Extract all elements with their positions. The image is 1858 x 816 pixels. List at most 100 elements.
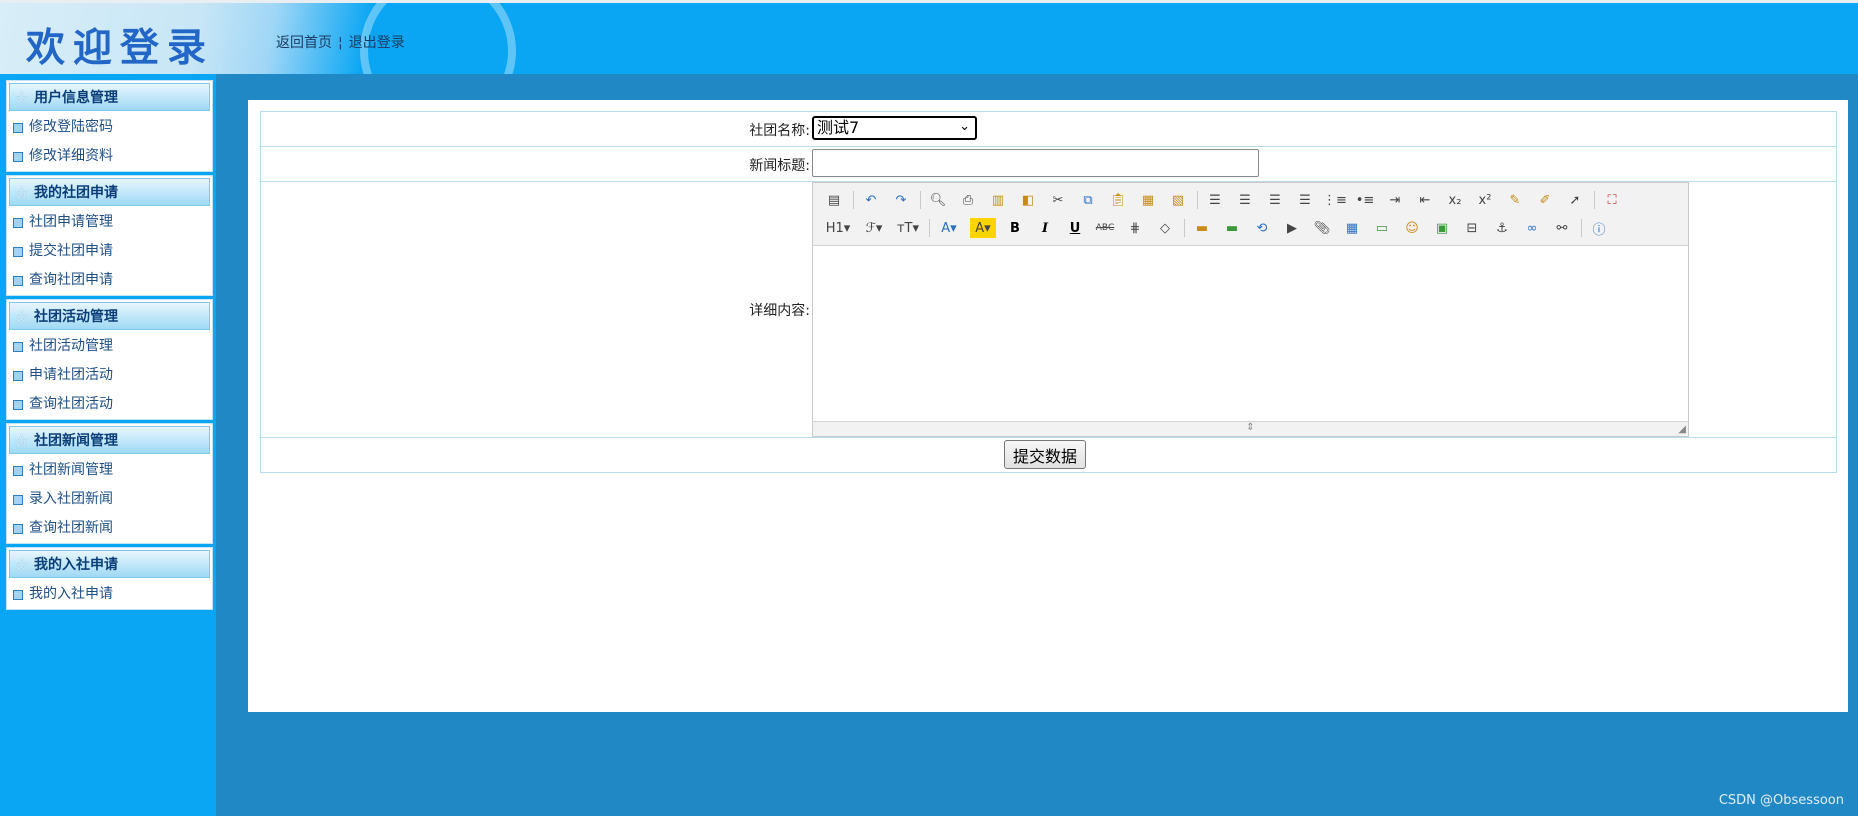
sidebar-item-join-application[interactable]: 我的入社申请	[7, 580, 212, 609]
unordered-list-icon[interactable]: •≡	[1354, 190, 1376, 210]
sidebar-item-edit-profile[interactable]: 修改详细资料	[7, 142, 212, 171]
map-icon[interactable]: ▣	[1431, 218, 1453, 238]
heading-icon[interactable]: H1▾	[823, 218, 853, 238]
undo-icon[interactable]: ↶	[860, 190, 882, 210]
pagebreak-icon[interactable]: ⊟	[1461, 218, 1483, 238]
copy-icon[interactable]: ⧉	[1077, 190, 1099, 210]
club-label: 社团名称:	[749, 123, 810, 139]
sidebar-item-label: 提交社团申请	[29, 243, 113, 259]
link-icon[interactable]: ∞	[1521, 218, 1543, 238]
sidebar-item-change-password[interactable]: 修改登陆密码	[7, 113, 212, 142]
font-size-icon[interactable]: тT▾	[895, 218, 921, 238]
italic-icon[interactable]: I	[1034, 218, 1056, 238]
subscript-icon[interactable]: x₂	[1444, 190, 1466, 210]
attachment-icon[interactable]: 📎︎	[1311, 218, 1333, 238]
submit-button[interactable]: 提交数据	[1004, 440, 1087, 469]
preview-icon[interactable]: 🔍︎	[927, 190, 949, 210]
media-icon[interactable]: ▶	[1281, 218, 1303, 238]
editor-toolbar: ▤ ↶ ↷ 🔍︎ ⎙ ▥ ◧ ✂ ⧉ 📋︎ ▦ ▧ ☰ ☰ ☰ ☰ ⋮≡ •≡ …	[813, 183, 1688, 246]
sidebar-item-news-manage[interactable]: 社团新闻管理	[7, 456, 212, 485]
source-icon[interactable]: ▤	[823, 190, 845, 210]
align-right-icon[interactable]: ☰	[1264, 190, 1286, 210]
anchor-icon[interactable]: ⚓︎	[1491, 218, 1513, 238]
menu-group-club-news: ☆ 社团新闻管理 社团新闻管理 录入社团新闻 查询社团新闻	[6, 423, 213, 544]
main-content: 社团名称: 测试7 ⌄ 新闻标题: 详细内容: ▤ ↶ ↷ 🔍︎ ⎙ ▥ ◧ ✂…	[248, 100, 1848, 712]
align-justify-icon[interactable]: ☰	[1294, 190, 1316, 210]
resize-icon: ⇕	[1246, 422, 1255, 433]
sidebar-item-activity-query[interactable]: 查询社团活动	[7, 390, 212, 419]
image-icon[interactable]: ▬	[1191, 218, 1213, 238]
bullet-icon	[13, 590, 23, 600]
sidebar-item-application-manage[interactable]: 社团申请管理	[7, 208, 212, 237]
menu-header-club-news[interactable]: ☆ 社团新闻管理	[9, 426, 210, 454]
pointer-icon[interactable]: ➚	[1564, 190, 1586, 210]
fullscreen-icon[interactable]: ⛶	[1601, 190, 1623, 210]
link-divider: ¦	[338, 35, 343, 51]
news-title-label: 新闻标题:	[749, 158, 810, 174]
sidebar-item-label: 社团申请管理	[29, 214, 113, 230]
sidebar-item-activity-apply[interactable]: 申请社团活动	[7, 361, 212, 390]
resize-grip-icon[interactable]: ◢	[1678, 424, 1686, 436]
sidebar-item-application-query[interactable]: 查询社团申请	[7, 266, 212, 295]
indent-icon[interactable]: ⇥	[1384, 190, 1406, 210]
submit-row: 提交数据	[261, 438, 1836, 472]
eraser-icon[interactable]: ◇	[1154, 218, 1176, 238]
sidebar-item-activity-manage[interactable]: 社团活动管理	[7, 332, 212, 361]
top-banner: 欢迎登录 返回首页 ¦ 退出登录	[0, 0, 1858, 74]
home-link[interactable]: 返回首页	[276, 35, 332, 51]
hr-icon[interactable]: ▭	[1371, 218, 1393, 238]
sidebar-item-application-submit[interactable]: 提交社团申请	[7, 237, 212, 266]
font-color-icon[interactable]: A▾	[936, 218, 962, 238]
table-icon[interactable]: ▦	[1341, 218, 1363, 238]
paste-text-icon[interactable]: ▦	[1137, 190, 1159, 210]
ordered-list-icon[interactable]: ⋮≡	[1323, 190, 1347, 210]
emoticon-icon[interactable]: ☺	[1401, 218, 1423, 238]
editor-body[interactable]	[813, 246, 1688, 422]
underline-icon[interactable]: U	[1064, 218, 1086, 238]
superscript-icon[interactable]: x²	[1474, 190, 1496, 210]
cut-icon[interactable]: ✂	[1047, 190, 1069, 210]
menu-header-club-application[interactable]: ☆ 我的社团申请	[9, 178, 210, 206]
menu-header-join-application[interactable]: ☆ 我的入社申请	[9, 550, 210, 578]
menu-header-user-info[interactable]: ☆ 用户信息管理	[9, 83, 210, 111]
outdent-icon[interactable]: ⇤	[1414, 190, 1436, 210]
clear-format-icon[interactable]: ✎	[1504, 190, 1526, 210]
bullet-icon	[13, 123, 23, 133]
bullet-icon	[13, 466, 23, 476]
paste-icon[interactable]: 📋︎	[1107, 190, 1129, 210]
menu-header-club-activity[interactable]: ☆ 社团活动管理	[9, 302, 210, 330]
line-height-icon[interactable]: ⋕	[1124, 218, 1146, 238]
highlight-icon[interactable]: A▾	[970, 218, 996, 238]
template-icon[interactable]: ▥	[987, 190, 1009, 210]
redo-icon[interactable]: ↷	[890, 190, 912, 210]
rich-text-editor: ▤ ↶ ↷ 🔍︎ ⎙ ▥ ◧ ✂ ⧉ 📋︎ ▦ ▧ ☰ ☰ ☰ ☰ ⋮≡ •≡ …	[812, 182, 1689, 437]
print-icon[interactable]: ⎙	[957, 190, 979, 210]
about-icon[interactable]: ⓘ	[1588, 218, 1610, 238]
news-title-input[interactable]	[812, 149, 1259, 177]
sidebar-item-news-entry[interactable]: 录入社团新闻	[7, 485, 212, 514]
select-all-icon[interactable]: ✐	[1534, 190, 1556, 210]
sidebar-item-label: 修改登陆密码	[29, 119, 113, 135]
align-left-icon[interactable]: ☰	[1204, 190, 1226, 210]
unlink-icon[interactable]: ⚯	[1551, 218, 1573, 238]
club-select[interactable]: 测试7 ⌄	[812, 116, 977, 140]
bold-icon[interactable]: B	[1004, 218, 1026, 238]
chevron-down-icon: ⌄	[959, 119, 970, 134]
strikethrough-icon[interactable]: ABC	[1094, 218, 1116, 238]
code-icon[interactable]: ◧	[1017, 190, 1039, 210]
editor-resize-bar[interactable]: ⇕ ◢	[813, 421, 1688, 436]
paste-word-icon[interactable]: ▧	[1167, 190, 1189, 210]
bullet-icon	[13, 218, 23, 228]
align-center-icon[interactable]: ☰	[1234, 190, 1256, 210]
sidebar-item-news-query[interactable]: 查询社团新闻	[7, 514, 212, 543]
top-links: 返回首页 ¦ 退出登录	[276, 32, 405, 52]
multi-image-icon[interactable]: ▬	[1221, 218, 1243, 238]
bullet-icon	[13, 152, 23, 162]
menu-header-label: 社团新闻管理	[34, 433, 118, 449]
flash-icon[interactable]: ⟲	[1251, 218, 1273, 238]
menu-header-label: 用户信息管理	[34, 90, 118, 106]
logout-link[interactable]: 退出登录	[349, 35, 405, 51]
star-icon: ☆	[14, 183, 30, 203]
font-family-icon[interactable]: ℱ▾	[861, 218, 887, 238]
sidebar-item-label: 申请社团活动	[29, 367, 113, 383]
